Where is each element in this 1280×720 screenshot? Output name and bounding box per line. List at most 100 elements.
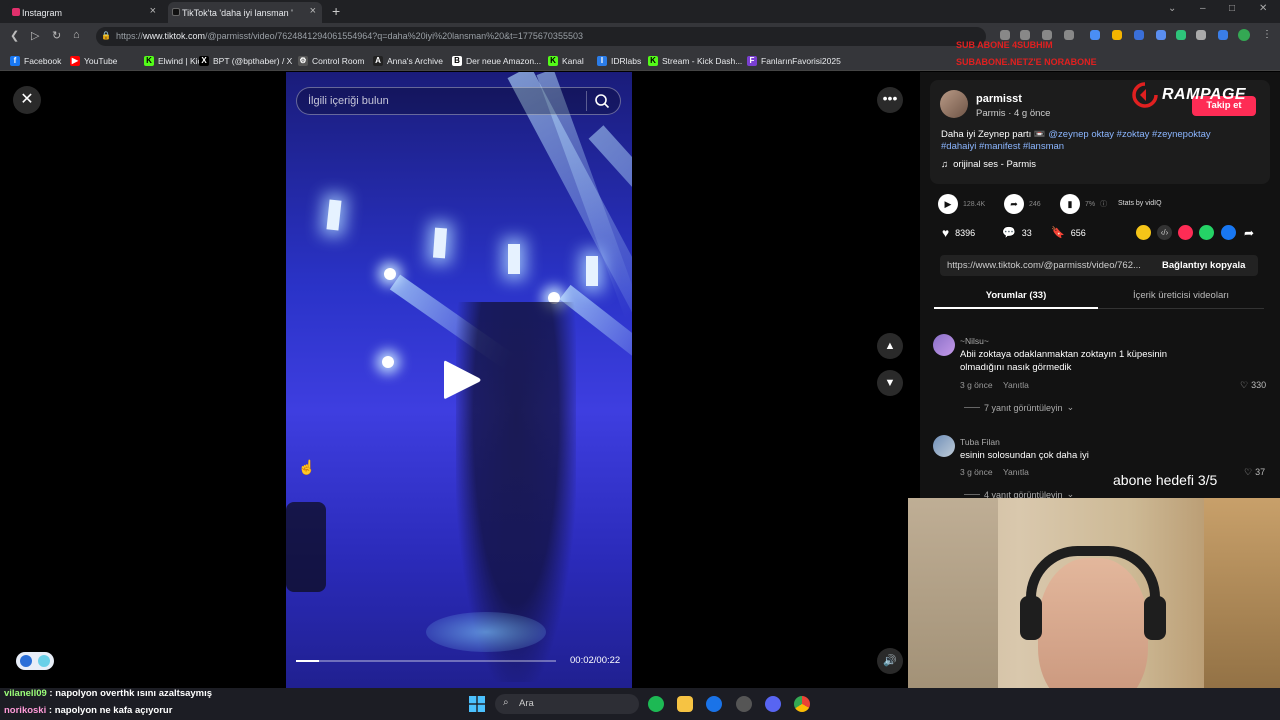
caption-text: Daha iyi Zeynep partı 📼 (941, 129, 1049, 140)
spotify-icon[interactable] (648, 696, 664, 712)
view-replies-label: 7 yanıt görüntüleyin (984, 402, 1063, 413)
tab-creator-videos[interactable]: İçerik üreticisi videoları (1098, 290, 1264, 301)
bookmark-item[interactable]: F FanlarınFavorisi2025 (747, 54, 841, 67)
video-progress-bar[interactable] (296, 660, 556, 662)
facebook-share-icon[interactable] (1221, 225, 1236, 240)
minimize-icon[interactable]: – (1200, 3, 1206, 14)
view-replies-button[interactable]: 7 yanıt görüntüleyin ⌄ (964, 402, 1074, 413)
profile-avatar-icon[interactable] (1238, 29, 1250, 41)
volume-button[interactable]: 🔊 (877, 648, 903, 674)
extension-icon[interactable] (1176, 30, 1186, 40)
taskbar-search-input[interactable]: ⌕ Ara (495, 694, 639, 714)
browser-icon[interactable] (706, 696, 722, 712)
windows-start-icon[interactable] (469, 696, 485, 712)
embed-icon[interactable]: ‹/› (1157, 225, 1172, 240)
extension-icon[interactable] (1090, 30, 1100, 40)
bookmark-item[interactable]: ⚙ Control Room (298, 54, 364, 67)
share-friends-icon[interactable] (1136, 225, 1151, 240)
new-tab-button[interactable]: + (332, 3, 340, 19)
bookmark-item[interactable]: f Facebook (10, 54, 61, 67)
bookmark-item[interactable]: K Elwind | Kick (144, 54, 206, 67)
mouse-cursor-icon: ☝ (298, 459, 316, 475)
stream-overlay-text: SUBABONE.NETZ'E NORABONE (956, 57, 1097, 67)
share-arrow-icon[interactable]: ➦ (1004, 194, 1024, 214)
close-window-icon[interactable]: ✕ (1259, 3, 1267, 14)
copy-link-button[interactable]: Bağlantıyı kopyala (1162, 260, 1245, 271)
reply-button[interactable]: Yanıtla (1003, 467, 1029, 477)
bookmark-item[interactable]: K Kanal (548, 54, 584, 67)
like-button[interactable]: ♥ 8396 (942, 226, 975, 240)
search-icon[interactable] (594, 93, 610, 109)
more-options-button[interactable]: ••• (877, 87, 903, 113)
chrome-icon[interactable] (794, 696, 810, 712)
home-icon[interactable]: ⌂ (73, 29, 80, 41)
caption-hashtags[interactable]: @zeynep oktay #zoktay #zeynepoktay (1048, 129, 1210, 140)
tab-search-icon[interactable]: ⌄ (1168, 3, 1176, 14)
bookmark-item[interactable]: I IDRlabs (597, 54, 641, 67)
forward-icon[interactable]: ▷ (31, 29, 39, 42)
obs-icon[interactable] (736, 696, 752, 712)
comment-like-button[interactable]: ♡ 37 (1244, 467, 1265, 478)
comment-button[interactable]: 💬 33 (1002, 226, 1032, 239)
bookmark-item[interactable]: X BPT (@bpthaber) / X (199, 54, 292, 67)
address-bar[interactable]: https://www.tiktok.com/@parmisst/video/7… (96, 27, 986, 46)
comment-like-count: 37 (1255, 467, 1266, 477)
extension-icon[interactable] (1156, 30, 1166, 40)
file-explorer-icon[interactable] (677, 696, 693, 712)
reply-button[interactable]: Yanıtla (1003, 380, 1029, 390)
share-link-url[interactable]: https://www.tiktok.com/@parmisst/video/7… (947, 260, 1152, 271)
close-tab-icon[interactable]: × (150, 5, 156, 17)
save-button[interactable]: 🔖 656 (1051, 226, 1086, 239)
share-page-icon[interactable] (1042, 30, 1052, 40)
avatar[interactable] (933, 435, 955, 457)
tab-instagram[interactable]: Instagram × (8, 2, 162, 23)
play-count-icon[interactable]: ▶ (938, 194, 958, 214)
sidebar-icon[interactable] (1218, 30, 1228, 40)
bookmark-item[interactable]: A Anna's Archive (373, 54, 443, 67)
extensions-puzzle-icon[interactable] (1196, 30, 1206, 40)
bookmark-item[interactable]: ▶ YouTube (70, 54, 117, 67)
tab-comments[interactable]: Yorumlar (33) (934, 290, 1098, 301)
send-tiktok-icon[interactable] (1178, 225, 1193, 240)
vidiq-toggle[interactable] (16, 652, 54, 670)
tab-tiktok[interactable]: TikTok'ta 'daha iyi lansman ' × (168, 2, 322, 23)
whatsapp-icon[interactable] (1199, 225, 1214, 240)
bookmark-item[interactable]: B Der neue Amazon... (452, 54, 541, 67)
menu-kebab-icon[interactable]: ⋮ (1262, 29, 1272, 40)
kick-icon: K (548, 55, 558, 66)
extension-icon[interactable] (1112, 30, 1122, 40)
site-info-icon[interactable]: 🔒 (101, 31, 111, 40)
download-icon[interactable] (1020, 30, 1030, 40)
reload-icon[interactable]: ↻ (52, 29, 61, 42)
vidiq-stats: ▶ 128.4K (938, 194, 985, 214)
close-viewer-button[interactable]: ✕ (13, 86, 41, 114)
maximize-icon[interactable]: □ (1229, 3, 1235, 14)
play-icon[interactable] (442, 358, 482, 402)
comment-username[interactable]: Tuba Filan (960, 437, 1000, 447)
avatar[interactable] (940, 90, 968, 118)
back-icon[interactable]: ❮ (10, 29, 19, 42)
discord-icon[interactable] (765, 696, 781, 712)
rampage-overlay: RAMPAGE (1132, 82, 1246, 108)
comment-text: Abii zoktaya odaklanmaktan zoktayın 1 kü… (960, 349, 1168, 360)
bookmark-item[interactable]: K Stream - Kick Dash... (648, 54, 742, 67)
caption-hashtags[interactable]: #dahaiyi #manifest #lansman (941, 141, 1064, 152)
author-username[interactable]: parmisst (976, 93, 1022, 105)
bar-chart-icon[interactable]: ▮ (1060, 194, 1080, 214)
next-video-button[interactable]: ▼ (877, 370, 903, 396)
previous-video-button[interactable]: ▲ (877, 333, 903, 359)
comment-username[interactable]: ~Nilsu~ (960, 336, 989, 346)
taskbar-search-label: Ara (519, 698, 534, 709)
comment-like-count: 330 (1251, 380, 1267, 390)
bookmark-star-icon[interactable] (1064, 30, 1074, 40)
bookmark-icon: 🔖 (1051, 227, 1065, 239)
info-icon[interactable]: ⓘ (1100, 199, 1107, 209)
close-tab-icon[interactable]: × (310, 5, 316, 17)
sound-link[interactable]: ♫ orijinal ses - Parmis (941, 159, 1036, 170)
comment-like-button[interactable]: ♡ 330 (1240, 380, 1266, 391)
avatar[interactable] (933, 334, 955, 356)
related-search-input[interactable]: İlgili içeriği bulun (296, 87, 621, 115)
more-share-icon[interactable]: ➦ (1244, 226, 1254, 240)
extension-icon[interactable] (1134, 30, 1144, 40)
cast-icon[interactable] (1000, 30, 1010, 40)
